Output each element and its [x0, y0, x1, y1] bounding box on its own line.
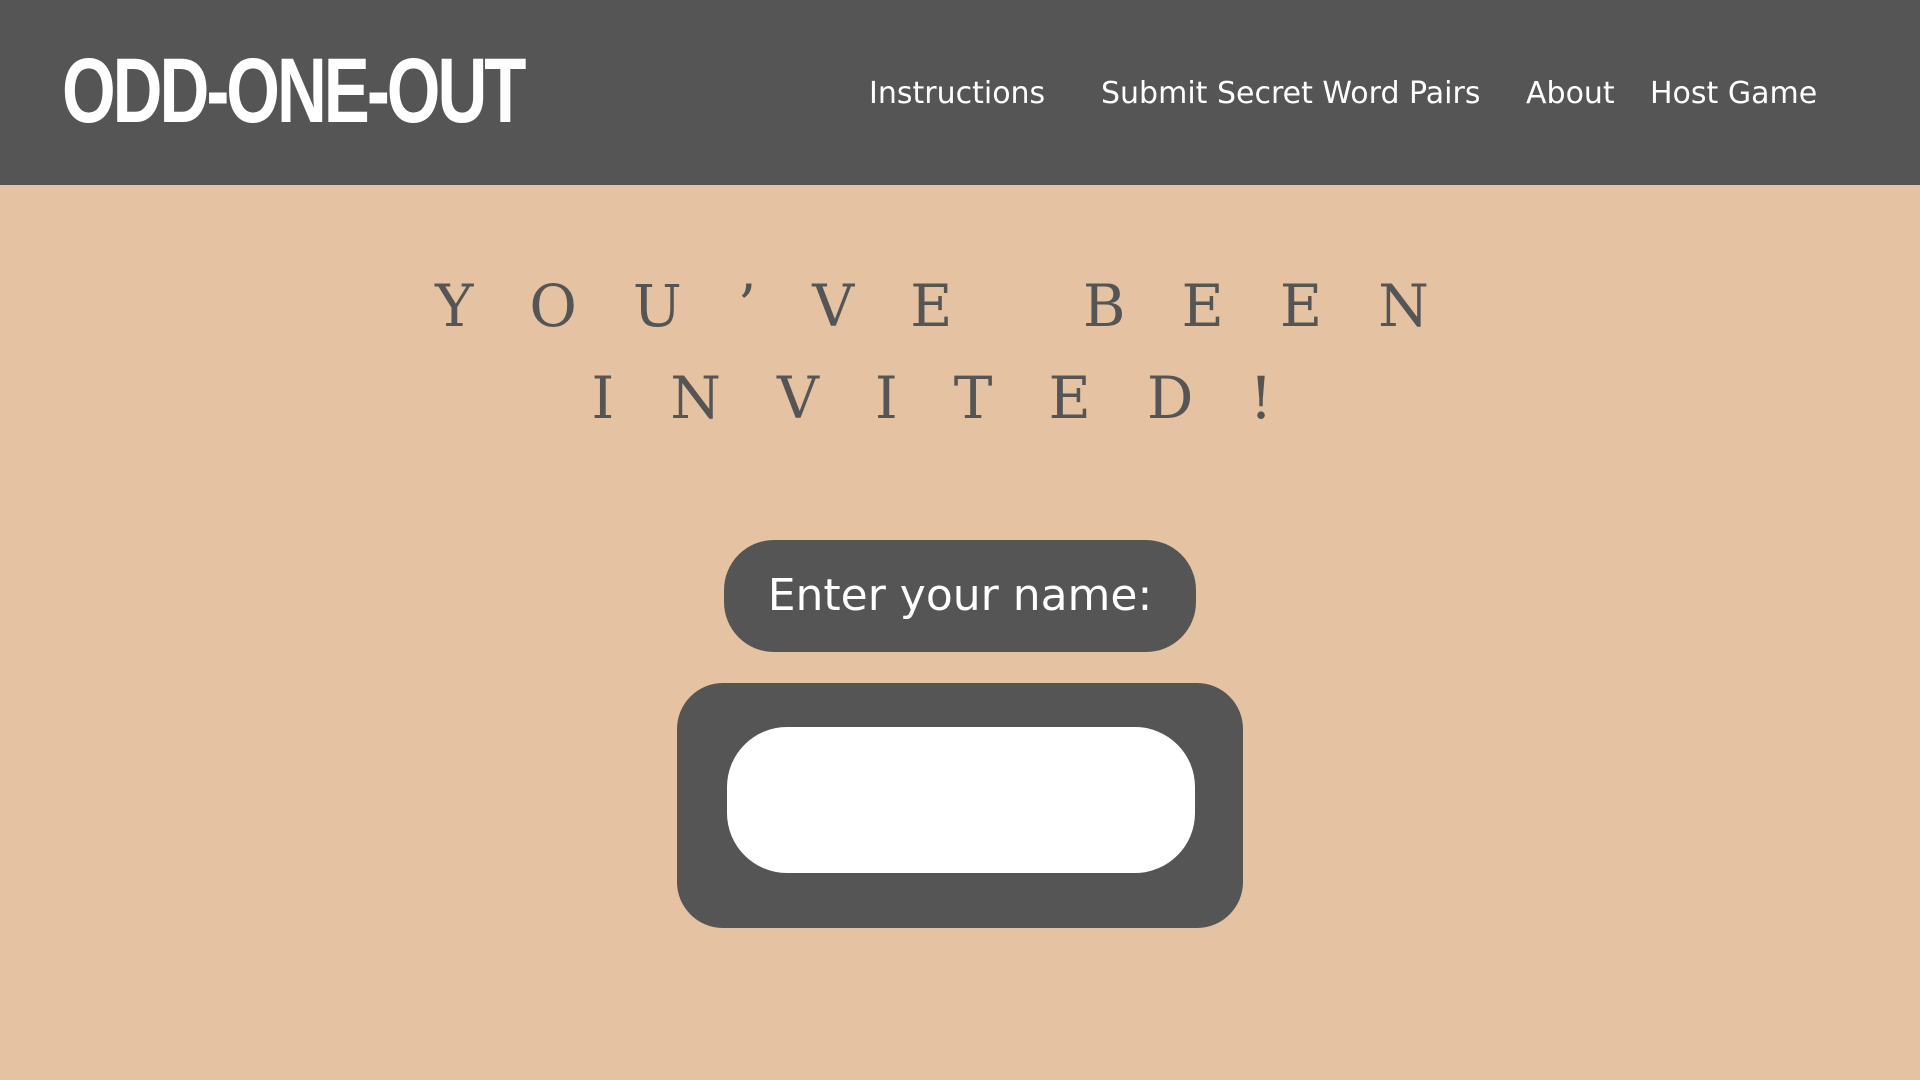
headline-line-1: YOU’VE BEEN [435, 272, 1485, 340]
nav-link-instructions[interactable]: Instructions [869, 72, 1045, 116]
invite-headline: YOU’VE BEEN INVITED! [0, 260, 1920, 444]
site-logo[interactable]: ODD-ONE-OUT [62, 36, 526, 146]
nav-link-host-game[interactable]: Host Game [1650, 72, 1817, 116]
name-input[interactable] [727, 727, 1195, 873]
name-prompt-label: Enter your name: [724, 540, 1196, 652]
nav-link-submit-secret-word-pairs[interactable]: Submit Secret Word Pairs [1101, 72, 1480, 116]
headline-line-2: INVITED! [591, 364, 1329, 432]
name-input-frame [677, 683, 1243, 928]
nav-link-about[interactable]: About [1526, 72, 1615, 116]
site-header: ODD-ONE-OUT Instructions Submit Secret W… [0, 0, 1920, 185]
